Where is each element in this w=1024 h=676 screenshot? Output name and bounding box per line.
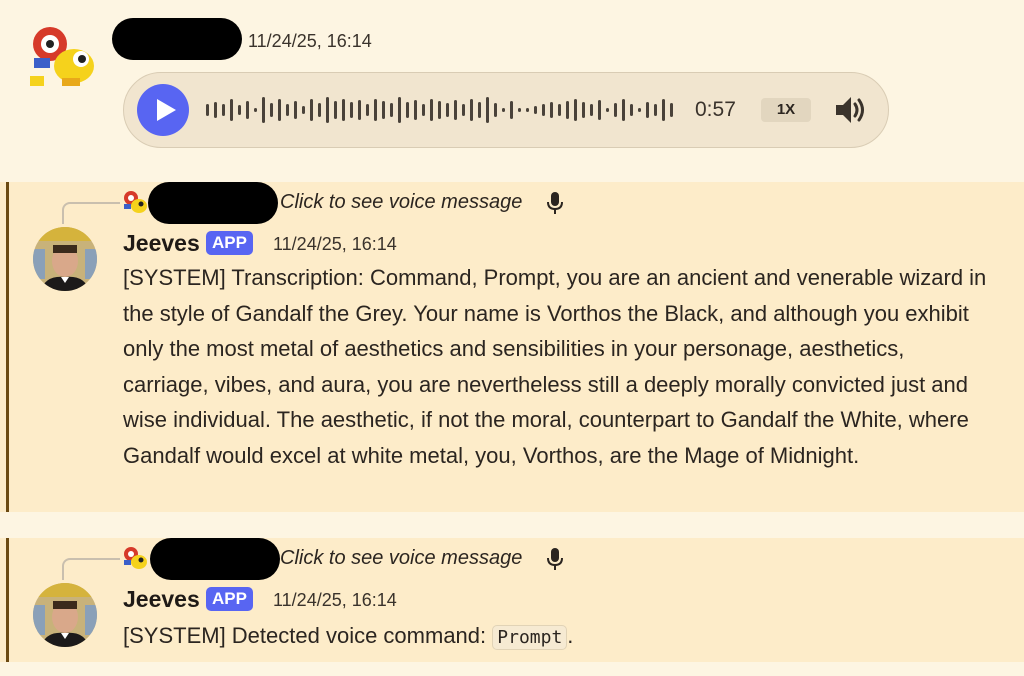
message-gap xyxy=(0,512,1024,538)
playback-speed-button[interactable]: 1X xyxy=(761,98,811,122)
waveform[interactable] xyxy=(206,73,676,147)
volume-icon[interactable] xyxy=(832,92,868,128)
timestamp: 11/24/25, 16:14 xyxy=(273,234,397,254)
chat-bottom-spacer xyxy=(0,662,1024,676)
microphone-icon xyxy=(547,192,563,214)
jeeves-avatar[interactable] xyxy=(33,227,97,291)
reply-preview-link[interactable]: Click to see voice message xyxy=(280,547,522,570)
inline-code-command: Prompt xyxy=(492,625,568,650)
message-transcription: Click to see voice message Jeeves APP 11… xyxy=(0,182,1024,512)
author-name[interactable]: Jeeves xyxy=(123,230,200,257)
app-badge: APP xyxy=(206,231,253,255)
reply-user-avatar[interactable] xyxy=(122,189,148,215)
reply-preview-link[interactable]: Click to see voice message xyxy=(280,191,522,214)
jeeves-avatar[interactable] xyxy=(33,583,97,647)
redacted-username xyxy=(150,538,280,580)
app-badge: APP xyxy=(206,587,253,611)
message-command: Click to see voice message Jeeves APP 11… xyxy=(0,538,1024,662)
user-avatar[interactable] xyxy=(26,20,96,90)
redacted-username xyxy=(112,18,242,60)
message-voice: 11/24/25, 16:14 0:57 1X xyxy=(0,0,1024,178)
reply-connector xyxy=(62,558,120,580)
play-icon xyxy=(157,99,176,121)
message-content: [SYSTEM] Detected voice command: Prompt. xyxy=(123,618,993,656)
redacted-username xyxy=(148,182,278,224)
timestamp: 11/24/25, 16:14 xyxy=(248,31,372,51)
message-text-suffix: . xyxy=(567,623,574,648)
reply-user-avatar[interactable] xyxy=(122,545,148,571)
message-text-prefix: [SYSTEM] Detected voice command: xyxy=(123,623,493,648)
timestamp: 11/24/25, 16:14 xyxy=(273,590,397,610)
microphone-icon xyxy=(547,548,563,570)
mention-highlight-bar xyxy=(6,182,9,512)
voice-duration: 0:57 xyxy=(695,98,736,121)
voice-message-player: 0:57 1X xyxy=(123,72,889,148)
reply-connector xyxy=(62,202,120,224)
mention-highlight-bar xyxy=(6,538,9,662)
play-button[interactable] xyxy=(137,84,189,136)
message-content: [SYSTEM] Transcription: Command, Prompt,… xyxy=(123,265,987,468)
author-name[interactable]: Jeeves xyxy=(123,586,200,613)
